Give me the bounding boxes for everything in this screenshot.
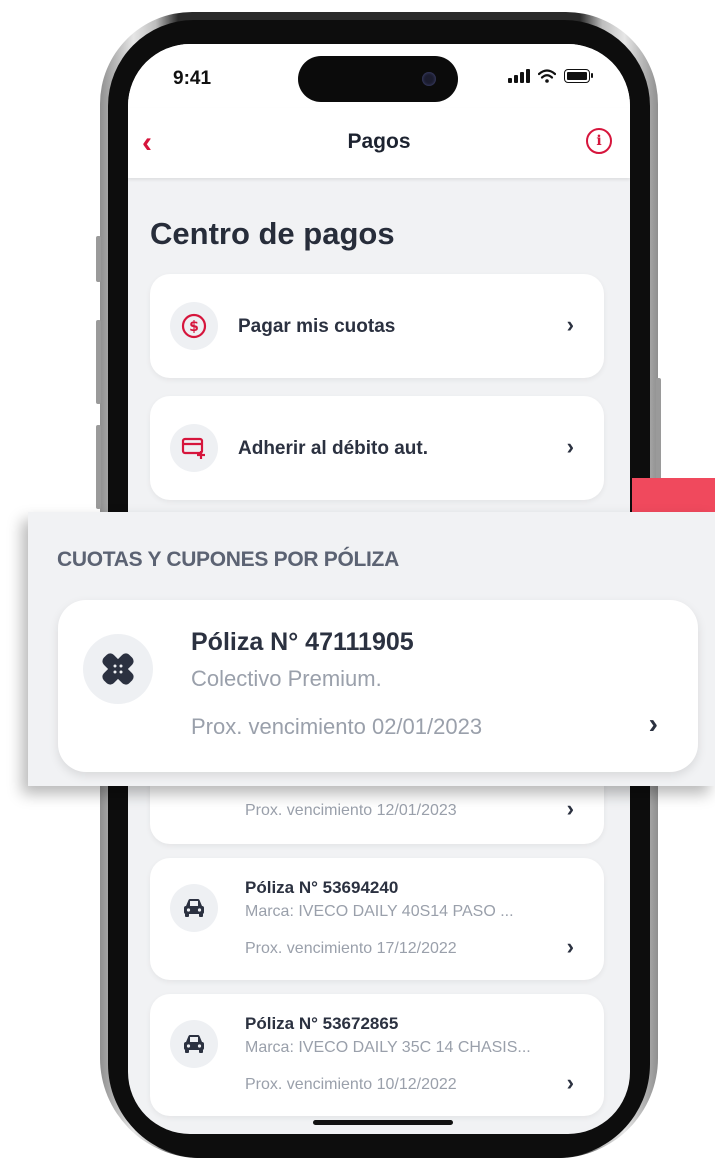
navigation-bar: ‹ Pagos i [128,108,630,178]
wifi-icon [538,69,556,83]
policy-due-date: Prox. vencimiento 10/12/2022 [245,1076,457,1093]
battery-icon [564,69,593,83]
card-plus-icon [170,424,218,472]
policy-subtitle: Marca: IVECO DAILY 40S14 PASO ... [245,903,514,920]
chevron-right-icon: › [566,934,574,959]
policy-card[interactable]: Póliza N° 53694240 Marca: IVECO DAILY 40… [150,858,604,980]
auto-debit-card[interactable]: Adherir al débito aut. › [150,396,604,500]
nav-title: Pagos [347,130,411,153]
policy-due-date: Prox. vencimiento 17/12/2022 [245,940,457,957]
status-time: 9:41 [173,68,212,89]
policy-card[interactable]: Póliza N° 47111905 Colectivo Premium. Pr… [58,600,698,772]
policy-title: Póliza N° 53672865 [245,1014,399,1033]
policy-subtitle: Marca: IVECO DAILY 35C 14 CHASIS... [245,1039,531,1056]
car-icon [170,884,218,932]
zoom-panel: CUOTAS Y CUPONES POR PÓLIZA Póliza N° 47… [28,512,715,786]
chevron-right-icon: › [566,796,574,821]
page-title: Centro de pagos [150,216,395,251]
phone-side-button [96,236,101,282]
auto-debit-label: Adherir al débito aut. [238,438,429,459]
cellular-signal-icon [508,69,530,83]
status-icons [508,69,593,83]
camera-icon [422,72,436,86]
phone-side-button [96,320,101,404]
chevron-right-icon: › [566,312,574,337]
chevron-right-icon: › [566,1070,574,1095]
policy-title: Póliza N° 47111905 [191,628,414,656]
bandage-icon [83,634,153,704]
policy-title: Póliza N° 53694240 [245,878,399,897]
policy-due-date: Prox. vencimiento 02/01/2023 [191,714,483,739]
policy-due-date: Prox. vencimiento 12/01/2023 [245,802,457,819]
chevron-right-icon: › [648,708,658,739]
pay-installments-card[interactable]: $ Pagar mis cuotas › [150,274,604,378]
section-heading: CUOTAS Y CUPONES POR PÓLIZA [57,548,399,571]
home-indicator[interactable] [313,1120,453,1125]
car-icon [170,1020,218,1068]
dollar-circle-icon: $ [170,302,218,350]
pay-installments-label: Pagar mis cuotas [238,316,396,337]
svg-text:$: $ [189,319,199,335]
policy-card[interactable]: Póliza N° 53672865 Marca: IVECO DAILY 35… [150,994,604,1116]
policy-subtitle: Colectivo Premium. [191,666,382,691]
status-bar: 9:41 [128,44,630,108]
phone-side-button [96,425,101,509]
info-icon[interactable]: i [586,128,612,154]
chevron-right-icon: › [566,434,574,459]
dynamic-island [298,56,458,102]
